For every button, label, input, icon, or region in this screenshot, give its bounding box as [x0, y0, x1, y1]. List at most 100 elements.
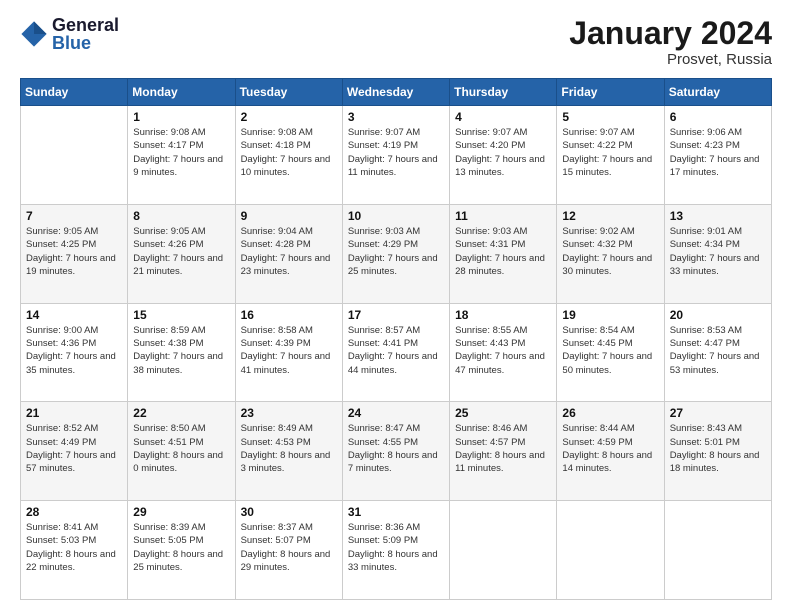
day-number: 20: [670, 308, 766, 322]
table-cell: 8 Sunrise: 9:05 AMSunset: 4:26 PMDayligh…: [128, 204, 235, 303]
table-cell: 2 Sunrise: 9:08 AMSunset: 4:18 PMDayligh…: [235, 106, 342, 205]
day-number: 25: [455, 406, 551, 420]
table-cell: 16 Sunrise: 8:58 AMSunset: 4:39 PMDaylig…: [235, 303, 342, 402]
day-number: 24: [348, 406, 444, 420]
day-number: 19: [562, 308, 658, 322]
table-cell: 1 Sunrise: 9:08 AMSunset: 4:17 PMDayligh…: [128, 106, 235, 205]
table-cell: [557, 501, 664, 600]
day-number: 1: [133, 110, 229, 124]
day-info: Sunrise: 9:07 AMSunset: 4:19 PMDaylight:…: [348, 126, 444, 179]
day-info: Sunrise: 8:37 AMSunset: 5:07 PMDaylight:…: [241, 521, 337, 574]
calendar-week-3: 14 Sunrise: 9:00 AMSunset: 4:36 PMDaylig…: [21, 303, 772, 402]
day-number: 15: [133, 308, 229, 322]
day-info: Sunrise: 9:07 AMSunset: 4:20 PMDaylight:…: [455, 126, 551, 179]
col-friday: Friday: [557, 79, 664, 106]
day-info: Sunrise: 8:52 AMSunset: 4:49 PMDaylight:…: [26, 422, 122, 475]
day-info: Sunrise: 8:50 AMSunset: 4:51 PMDaylight:…: [133, 422, 229, 475]
table-cell: 24 Sunrise: 8:47 AMSunset: 4:55 PMDaylig…: [342, 402, 449, 501]
day-info: Sunrise: 8:49 AMSunset: 4:53 PMDaylight:…: [241, 422, 337, 475]
day-info: Sunrise: 8:46 AMSunset: 4:57 PMDaylight:…: [455, 422, 551, 475]
table-cell: 20 Sunrise: 8:53 AMSunset: 4:47 PMDaylig…: [664, 303, 771, 402]
logo-blue-text: Blue: [52, 34, 119, 52]
table-cell: 25 Sunrise: 8:46 AMSunset: 4:57 PMDaylig…: [450, 402, 557, 501]
table-cell: 27 Sunrise: 8:43 AMSunset: 5:01 PMDaylig…: [664, 402, 771, 501]
table-cell: 7 Sunrise: 9:05 AMSunset: 4:25 PMDayligh…: [21, 204, 128, 303]
table-cell: 15 Sunrise: 8:59 AMSunset: 4:38 PMDaylig…: [128, 303, 235, 402]
day-number: 18: [455, 308, 551, 322]
table-cell: 13 Sunrise: 9:01 AMSunset: 4:34 PMDaylig…: [664, 204, 771, 303]
table-cell: 3 Sunrise: 9:07 AMSunset: 4:19 PMDayligh…: [342, 106, 449, 205]
day-info: Sunrise: 9:07 AMSunset: 4:22 PMDaylight:…: [562, 126, 658, 179]
table-cell: 17 Sunrise: 8:57 AMSunset: 4:41 PMDaylig…: [342, 303, 449, 402]
day-number: 31: [348, 505, 444, 519]
table-cell: 4 Sunrise: 9:07 AMSunset: 4:20 PMDayligh…: [450, 106, 557, 205]
table-cell: 30 Sunrise: 8:37 AMSunset: 5:07 PMDaylig…: [235, 501, 342, 600]
day-number: 27: [670, 406, 766, 420]
col-tuesday: Tuesday: [235, 79, 342, 106]
day-number: 7: [26, 209, 122, 223]
table-cell: [450, 501, 557, 600]
col-saturday: Saturday: [664, 79, 771, 106]
day-number: 30: [241, 505, 337, 519]
day-number: 9: [241, 209, 337, 223]
header: General Blue January 2024 Prosvet, Russi…: [20, 16, 772, 68]
day-number: 16: [241, 308, 337, 322]
table-cell: 26 Sunrise: 8:44 AMSunset: 4:59 PMDaylig…: [557, 402, 664, 501]
day-info: Sunrise: 9:03 AMSunset: 4:31 PMDaylight:…: [455, 225, 551, 278]
day-info: Sunrise: 8:58 AMSunset: 4:39 PMDaylight:…: [241, 324, 337, 377]
day-info: Sunrise: 8:53 AMSunset: 4:47 PMDaylight:…: [670, 324, 766, 377]
day-info: Sunrise: 8:57 AMSunset: 4:41 PMDaylight:…: [348, 324, 444, 377]
page: General Blue January 2024 Prosvet, Russi…: [0, 0, 792, 612]
table-cell: 31 Sunrise: 8:36 AMSunset: 5:09 PMDaylig…: [342, 501, 449, 600]
day-number: 21: [26, 406, 122, 420]
day-info: Sunrise: 9:04 AMSunset: 4:28 PMDaylight:…: [241, 225, 337, 278]
calendar-header-row: Sunday Monday Tuesday Wednesday Thursday…: [21, 79, 772, 106]
table-cell: 29 Sunrise: 8:39 AMSunset: 5:05 PMDaylig…: [128, 501, 235, 600]
day-info: Sunrise: 9:02 AMSunset: 4:32 PMDaylight:…: [562, 225, 658, 278]
day-info: Sunrise: 9:01 AMSunset: 4:34 PMDaylight:…: [670, 225, 766, 278]
table-cell: 23 Sunrise: 8:49 AMSunset: 4:53 PMDaylig…: [235, 402, 342, 501]
day-number: 5: [562, 110, 658, 124]
table-cell: 14 Sunrise: 9:00 AMSunset: 4:36 PMDaylig…: [21, 303, 128, 402]
table-cell: 19 Sunrise: 8:54 AMSunset: 4:45 PMDaylig…: [557, 303, 664, 402]
location: Prosvet, Russia: [569, 51, 772, 68]
table-cell: [21, 106, 128, 205]
day-number: 3: [348, 110, 444, 124]
logo: General Blue: [20, 16, 119, 52]
col-wednesday: Wednesday: [342, 79, 449, 106]
day-number: 8: [133, 209, 229, 223]
calendar-week-5: 28 Sunrise: 8:41 AMSunset: 5:03 PMDaylig…: [21, 501, 772, 600]
day-number: 23: [241, 406, 337, 420]
table-cell: 18 Sunrise: 8:55 AMSunset: 4:43 PMDaylig…: [450, 303, 557, 402]
day-info: Sunrise: 8:55 AMSunset: 4:43 PMDaylight:…: [455, 324, 551, 377]
col-thursday: Thursday: [450, 79, 557, 106]
day-info: Sunrise: 8:47 AMSunset: 4:55 PMDaylight:…: [348, 422, 444, 475]
day-info: Sunrise: 9:00 AMSunset: 4:36 PMDaylight:…: [26, 324, 122, 377]
month-title: January 2024: [569, 16, 772, 51]
col-sunday: Sunday: [21, 79, 128, 106]
logo-icon: [20, 20, 48, 48]
day-info: Sunrise: 8:59 AMSunset: 4:38 PMDaylight:…: [133, 324, 229, 377]
title-block: January 2024 Prosvet, Russia: [569, 16, 772, 68]
day-number: 12: [562, 209, 658, 223]
table-cell: 11 Sunrise: 9:03 AMSunset: 4:31 PMDaylig…: [450, 204, 557, 303]
logo-general-text: General: [52, 16, 119, 34]
table-cell: 6 Sunrise: 9:06 AMSunset: 4:23 PMDayligh…: [664, 106, 771, 205]
day-number: 4: [455, 110, 551, 124]
day-number: 22: [133, 406, 229, 420]
table-cell: 22 Sunrise: 8:50 AMSunset: 4:51 PMDaylig…: [128, 402, 235, 501]
calendar-week-4: 21 Sunrise: 8:52 AMSunset: 4:49 PMDaylig…: [21, 402, 772, 501]
day-number: 10: [348, 209, 444, 223]
calendar-week-2: 7 Sunrise: 9:05 AMSunset: 4:25 PMDayligh…: [21, 204, 772, 303]
day-number: 13: [670, 209, 766, 223]
day-info: Sunrise: 9:03 AMSunset: 4:29 PMDaylight:…: [348, 225, 444, 278]
col-monday: Monday: [128, 79, 235, 106]
table-cell: 5 Sunrise: 9:07 AMSunset: 4:22 PMDayligh…: [557, 106, 664, 205]
day-info: Sunrise: 9:08 AMSunset: 4:18 PMDaylight:…: [241, 126, 337, 179]
table-cell: 21 Sunrise: 8:52 AMSunset: 4:49 PMDaylig…: [21, 402, 128, 501]
day-info: Sunrise: 9:08 AMSunset: 4:17 PMDaylight:…: [133, 126, 229, 179]
day-info: Sunrise: 9:05 AMSunset: 4:25 PMDaylight:…: [26, 225, 122, 278]
calendar-week-1: 1 Sunrise: 9:08 AMSunset: 4:17 PMDayligh…: [21, 106, 772, 205]
day-number: 6: [670, 110, 766, 124]
table-cell: 12 Sunrise: 9:02 AMSunset: 4:32 PMDaylig…: [557, 204, 664, 303]
